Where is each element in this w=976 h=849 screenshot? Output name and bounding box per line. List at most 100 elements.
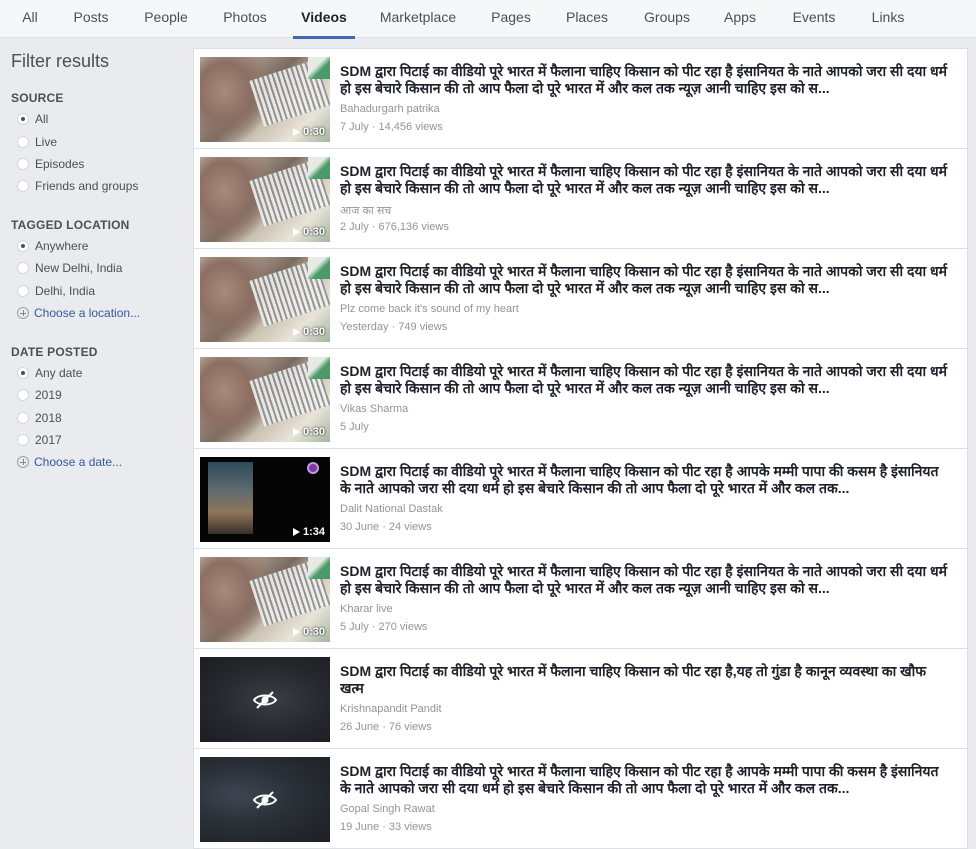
radio-icon [17, 389, 29, 401]
tab-marketplace[interactable]: Marketplace [374, 0, 462, 38]
radio-icon [17, 180, 29, 192]
filter-sidebar: Filter results SOURCE All Live Episodes … [0, 38, 192, 849]
video-duration: 1:34 [292, 526, 325, 538]
radio-selected-icon [17, 367, 29, 379]
video-title[interactable]: SDM द्वारा पिटाई का वीडियो पूरे भारत में… [340, 263, 952, 297]
play-icon [292, 328, 300, 336]
video-duration: 0:30 [292, 426, 325, 438]
video-title[interactable]: SDM द्वारा पिटाई का वीडियो पूरे भारत में… [340, 563, 952, 597]
video-meta: 7 July · 14,456 views [340, 121, 443, 133]
radio-icon [17, 412, 29, 424]
video-source[interactable]: Bahadurgarh patrika [340, 103, 440, 115]
video-thumbnail[interactable] [200, 757, 330, 842]
video-result[interactable]: 0:30 SDM द्वारा पिटाई का वीडियो पूरे भार… [194, 249, 967, 349]
tab-posts[interactable]: Posts [66, 0, 116, 38]
source-option-live[interactable]: Live [17, 133, 57, 151]
tab-photos[interactable]: Photos [216, 0, 274, 38]
video-source[interactable]: Dalit National Dastak [340, 503, 443, 515]
tab-events[interactable]: Events [786, 0, 842, 38]
radio-icon [17, 262, 29, 274]
video-duration: 0:30 [292, 226, 325, 238]
video-result[interactable]: 0:30 SDM द्वारा पिटाई का वीडियो पूरे भार… [194, 349, 967, 449]
video-meta: 19 June · 33 views [340, 821, 432, 833]
source-option-all[interactable]: All [17, 110, 48, 128]
plus-circle-icon [17, 456, 29, 468]
video-meta: 2 July · 676,136 views [340, 221, 449, 233]
date-option-2017[interactable]: 2017 [17, 431, 62, 449]
radio-icon [17, 285, 29, 297]
location-option-anywhere[interactable]: Anywhere [17, 237, 88, 255]
radio-selected-icon [17, 240, 29, 252]
tab-all[interactable]: All [10, 0, 50, 38]
video-title[interactable]: SDM द्वारा पिटाई का वीडियो पूरे भारत में… [340, 663, 952, 697]
video-duration: 0:30 [292, 126, 325, 138]
video-source[interactable]: Krishnapandit Pandit [340, 703, 442, 715]
date-option-2018[interactable]: 2018 [17, 409, 62, 427]
play-icon [292, 428, 300, 436]
filter-title: Filter results [11, 51, 110, 71]
radio-selected-icon [17, 113, 29, 125]
tab-links[interactable]: Links [864, 0, 912, 38]
source-heading: SOURCE [11, 91, 64, 105]
date-option-2019[interactable]: 2019 [17, 386, 62, 404]
video-title[interactable]: SDM द्वारा पिटाई का वीडियो पूरे भारत में… [340, 363, 952, 397]
tab-videos[interactable]: Videos [293, 0, 355, 39]
video-thumbnail[interactable]: 0:30 [200, 357, 330, 442]
source-option-friends-groups[interactable]: Friends and groups [17, 177, 138, 195]
video-duration: 0:30 [292, 626, 325, 638]
video-source[interactable]: आज का सच [340, 203, 391, 218]
video-source[interactable]: Plz come back it's sound of my heart [340, 303, 519, 315]
choose-date-link[interactable]: Choose a date... [17, 453, 122, 471]
hidden-content-eye-icon [252, 790, 278, 809]
video-thumbnail[interactable]: 0:30 [200, 57, 330, 142]
location-option-new-delhi[interactable]: New Delhi, India [17, 259, 122, 277]
video-result[interactable]: SDM द्वारा पिटाई का वीडियो पूरे भारत में… [194, 749, 967, 849]
video-result[interactable]: 0:30 SDM द्वारा पिटाई का वीडियो पूरे भार… [194, 149, 967, 249]
video-result[interactable]: 1:34 SDM द्वारा पिटाई का वीडियो पूरे भार… [194, 449, 967, 549]
video-result[interactable]: 0:30 SDM द्वारा पिटाई का वीडियो पूरे भार… [194, 49, 967, 149]
video-thumbnail[interactable]: 0:30 [200, 157, 330, 242]
play-icon [292, 528, 300, 536]
tab-people[interactable]: People [138, 0, 194, 38]
choose-location-link[interactable]: Choose a location... [17, 304, 140, 322]
radio-icon [17, 136, 29, 148]
video-meta: 5 July [340, 421, 369, 433]
video-title[interactable]: SDM द्वारा पिटाई का वीडियो पूरे भारत में… [340, 163, 952, 197]
video-meta: 26 June · 76 views [340, 721, 432, 733]
play-icon [292, 628, 300, 636]
radio-icon [17, 158, 29, 170]
video-result[interactable]: SDM द्वारा पिटाई का वीडियो पूरे भारत में… [194, 649, 967, 749]
source-option-episodes[interactable]: Episodes [17, 155, 84, 173]
location-option-delhi[interactable]: Delhi, India [17, 282, 95, 300]
video-result[interactable]: 0:30 SDM द्वारा पिटाई का वीडियो पूरे भार… [194, 549, 967, 649]
video-title[interactable]: SDM द्वारा पिटाई का वीडियो पूरे भारत में… [340, 63, 952, 97]
video-thumbnail[interactable]: 1:34 [200, 457, 330, 542]
video-duration: 0:30 [292, 326, 325, 338]
tab-pages[interactable]: Pages [484, 0, 538, 38]
video-source[interactable]: Vikas Sharma [340, 403, 408, 415]
play-icon [292, 128, 300, 136]
tab-places[interactable]: Places [560, 0, 614, 38]
video-thumbnail[interactable]: 0:30 [200, 557, 330, 642]
video-source[interactable]: Kharar live [340, 603, 393, 615]
hidden-content-eye-icon [252, 690, 278, 709]
channel-logo-icon [307, 462, 319, 474]
video-thumbnail[interactable] [200, 657, 330, 742]
plus-circle-icon [17, 307, 29, 319]
video-meta: Yesterday · 749 views [340, 321, 448, 333]
radio-icon [17, 434, 29, 446]
video-results-list: 0:30 SDM द्वारा पिटाई का वीडियो पूरे भार… [193, 48, 968, 849]
video-source[interactable]: Gopal Singh Rawat [340, 803, 435, 815]
date-option-any[interactable]: Any date [17, 364, 82, 382]
play-icon [292, 228, 300, 236]
search-tabs: All Posts People Photos Videos Marketpla… [0, 0, 976, 39]
video-thumbnail[interactable]: 0:30 [200, 257, 330, 342]
video-title[interactable]: SDM द्वारा पिटाई का वीडियो पूरे भारत में… [340, 763, 952, 797]
tab-groups[interactable]: Groups [637, 0, 697, 38]
video-meta: 5 July · 270 views [340, 621, 428, 633]
video-meta: 30 June · 24 views [340, 521, 432, 533]
date-heading: DATE POSTED [11, 345, 98, 359]
location-heading: TAGGED LOCATION [11, 218, 130, 232]
video-title[interactable]: SDM द्वारा पिटाई का वीडियो पूरे भारत में… [340, 463, 952, 497]
tab-apps[interactable]: Apps [718, 0, 762, 38]
